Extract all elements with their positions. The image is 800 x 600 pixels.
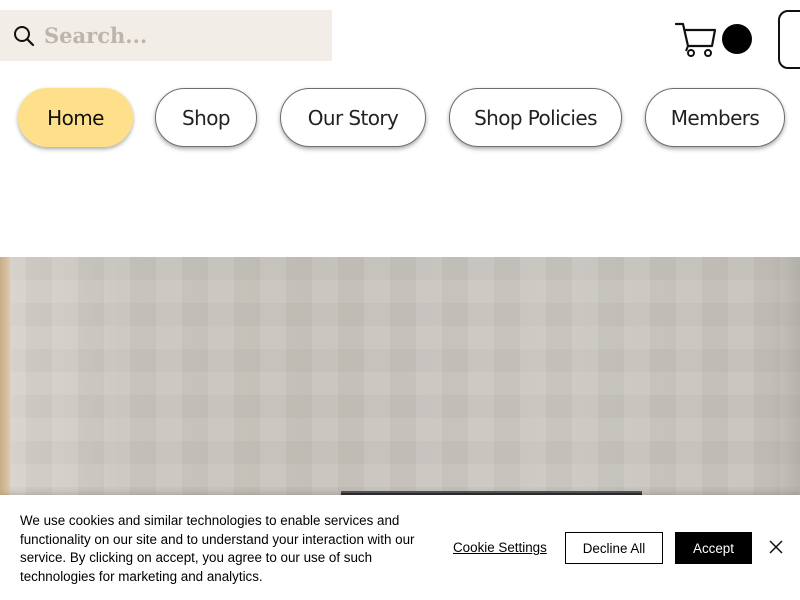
nav-item-shop-policies[interactable]: Shop Policies	[449, 88, 622, 147]
nav-item-members[interactable]: Members	[645, 88, 785, 147]
avatar[interactable]	[722, 24, 752, 54]
decline-all-button[interactable]: Decline All	[565, 532, 663, 564]
close-icon[interactable]	[768, 539, 784, 555]
login-button[interactable]	[778, 10, 800, 69]
cart-icon[interactable]	[674, 20, 718, 58]
nav-item-home[interactable]: Home	[18, 88, 133, 147]
cookie-settings-link[interactable]: Cookie Settings	[453, 540, 547, 555]
search-box[interactable]	[0, 10, 332, 61]
search-icon[interactable]	[12, 24, 36, 48]
nav-item-our-story[interactable]: Our Story	[280, 88, 426, 147]
cookie-banner: We use cookies and similar technologies …	[0, 495, 800, 600]
search-input[interactable]	[44, 18, 324, 52]
accept-button[interactable]: Accept	[675, 532, 752, 564]
cookie-text: We use cookies and similar technologies …	[20, 513, 415, 584]
nav-item-shop[interactable]: Shop	[155, 88, 257, 147]
